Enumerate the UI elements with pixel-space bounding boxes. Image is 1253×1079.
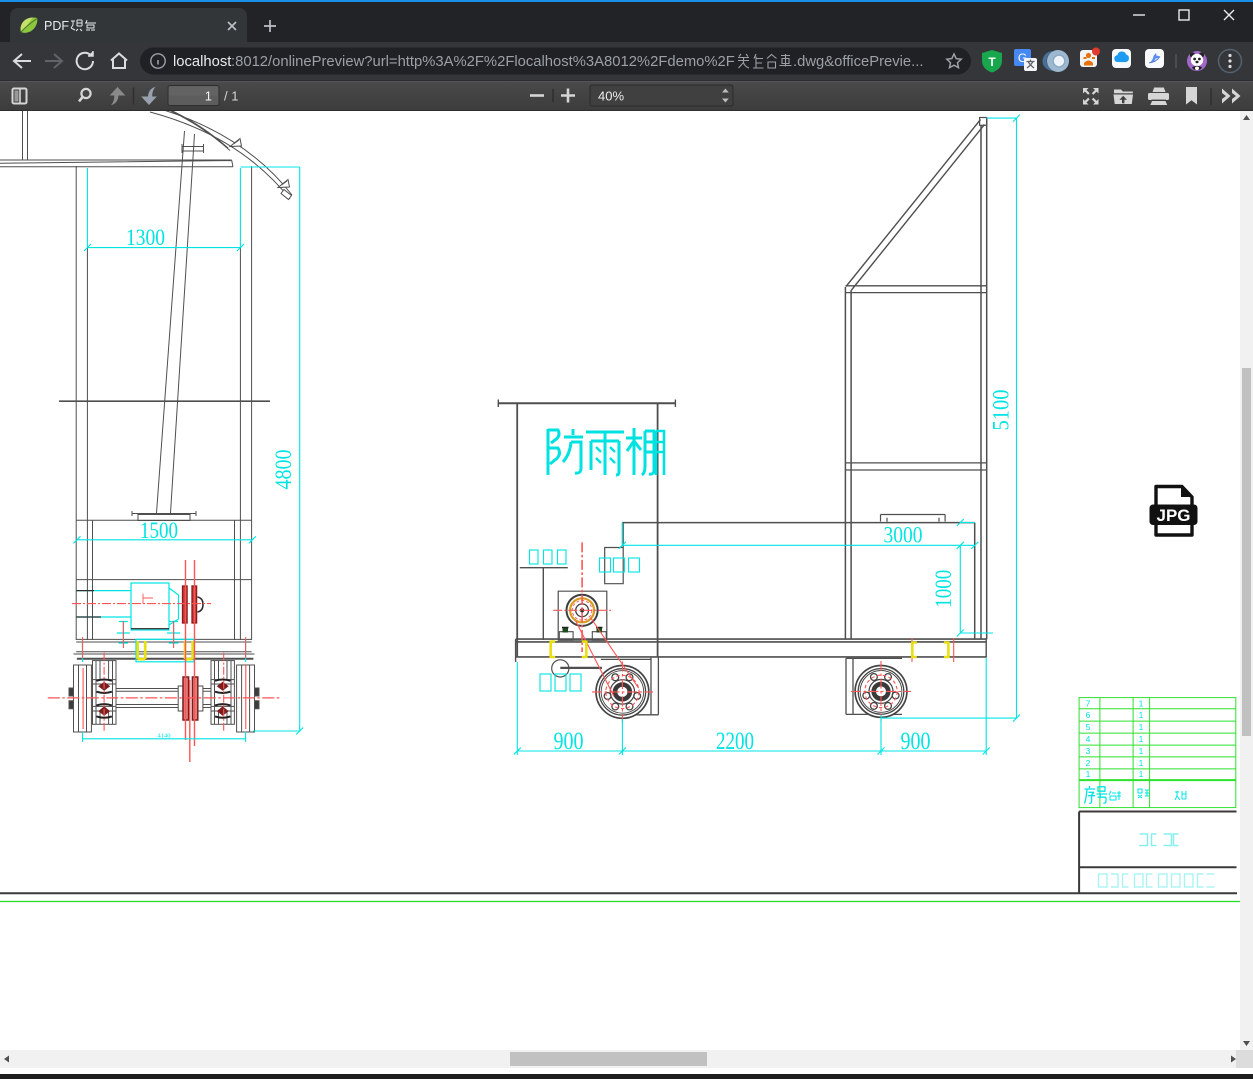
svg-text:900: 900: [554, 728, 584, 755]
svg-text:1: 1: [1139, 699, 1144, 709]
svg-text:/ 1: / 1: [224, 89, 238, 104]
svg-text:.dwg&officePrevie...: .dwg&officePrevie...: [793, 54, 924, 70]
svg-text:40%: 40%: [598, 89, 624, 104]
svg-text:JPG: JPG: [1157, 506, 1191, 525]
svg-text:4140: 4140: [158, 733, 171, 740]
svg-text:T: T: [988, 55, 996, 69]
svg-text:1: 1: [1139, 758, 1144, 768]
svg-text:1: 1: [205, 89, 212, 104]
svg-text:3000: 3000: [884, 523, 923, 548]
svg-text:3: 3: [1086, 746, 1091, 756]
svg-text:4: 4: [1086, 734, 1091, 744]
svg-text:5: 5: [1086, 722, 1091, 732]
svg-text:7: 7: [1086, 699, 1091, 709]
svg-text:2: 2: [1086, 758, 1091, 768]
svg-text:PDF: PDF: [44, 19, 69, 33]
svg-text:6: 6: [1086, 710, 1091, 720]
svg-text:1000: 1000: [931, 570, 956, 608]
svg-text:1300: 1300: [126, 225, 165, 250]
svg-text:1: 1: [1139, 734, 1144, 744]
svg-text:1: 1: [1086, 769, 1091, 779]
svg-text:1500: 1500: [140, 518, 178, 543]
svg-text:4800: 4800: [271, 450, 296, 490]
svg-text:1: 1: [1139, 769, 1144, 779]
svg-text:localhost: localhost: [173, 54, 231, 70]
svg-text:1: 1: [1139, 746, 1144, 756]
svg-text:2200: 2200: [716, 728, 754, 755]
svg-text:1: 1: [1139, 710, 1144, 720]
svg-text:1: 1: [1139, 722, 1144, 732]
svg-text:5100: 5100: [989, 390, 1014, 431]
svg-text::8012/onlinePreview?url=http%3: :8012/onlinePreview?url=http%3A%2F%2Floc…: [231, 54, 735, 70]
svg-text:900: 900: [901, 728, 931, 755]
